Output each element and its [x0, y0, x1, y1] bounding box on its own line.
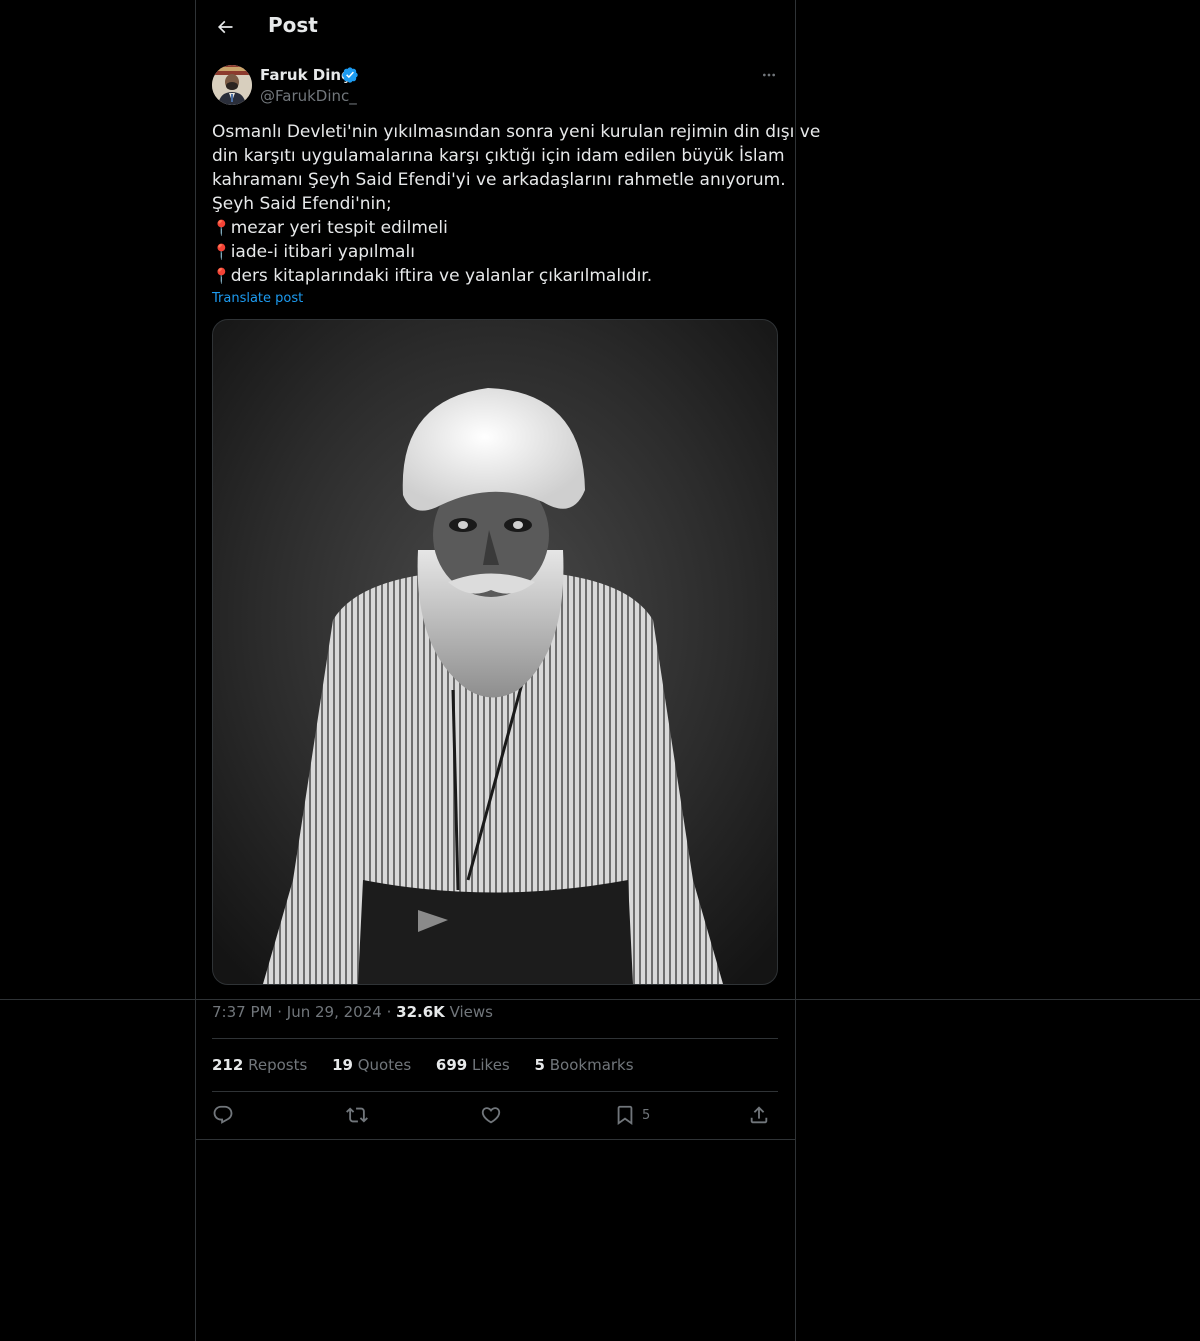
- quotes-count: 19: [332, 1056, 353, 1074]
- round-pushpin-icon: 📍: [212, 243, 231, 261]
- post-header: Post: [196, 0, 795, 53]
- post-meta: 7:37 PM · Jun 29, 2024 · 32.6K Views: [212, 1003, 493, 1021]
- likes-count: 699: [435, 1056, 468, 1074]
- divider: [196, 1139, 795, 1140]
- post-text: Osmanlı Devleti'nin yıkılmasından sonra …: [212, 120, 821, 288]
- divider: [212, 1091, 778, 1092]
- reposts-count: 212: [212, 1056, 244, 1074]
- divider: [212, 1038, 778, 1039]
- quotes-stat[interactable]: 19 Quotes: [332, 1056, 411, 1074]
- portrait-photo: [213, 320, 777, 984]
- views-label: Views: [449, 1003, 493, 1021]
- share-icon: [750, 1106, 768, 1124]
- post-time[interactable]: 7:37 PM: [212, 1003, 272, 1021]
- post-list-item-text: iade-i itibari yapılmalı: [230, 242, 415, 262]
- post-author: Faruk Dinç @FarukDinc_: [212, 64, 778, 108]
- round-pushpin-icon: 📍: [212, 219, 231, 237]
- post-text-line: Osmanlı Devleti'nin yıkılmasından sonra …: [212, 122, 821, 142]
- round-pushpin-icon: 📍: [212, 267, 231, 285]
- likes-stat[interactable]: 699 Likes: [436, 1056, 510, 1074]
- bookmark-icon: [617, 1105, 633, 1126]
- post-list-item: 📍mezar yeri tespit edilmeli: [212, 216, 782, 240]
- like-button[interactable]: [480, 1103, 502, 1127]
- reposts-label: Reposts: [248, 1056, 308, 1074]
- repost-button[interactable]: [346, 1103, 368, 1127]
- page: Post Faruk Dinç @FarukDinc_ Osmanlı Devl…: [0, 0, 1200, 1341]
- post-list-item: 📍iade-i itibari yapılmalı: [212, 240, 782, 264]
- translate-post-link[interactable]: Translate post: [212, 291, 303, 306]
- views-count: 32.6K: [396, 1003, 445, 1021]
- more-options-button[interactable]: [758, 64, 780, 86]
- arrow-left-icon: [217, 20, 233, 34]
- post-text-line: Şeyh Said Efendi'nin;: [212, 194, 392, 214]
- post-list-item: 📍ders kitaplarındaki iftira ve yalanlar …: [212, 264, 782, 288]
- bookmarks-label: Bookmarks: [549, 1056, 634, 1074]
- bookmark-count: 5: [642, 1107, 651, 1123]
- author-handle[interactable]: @FarukDinc_: [260, 87, 357, 105]
- repost-icon: [346, 1107, 368, 1123]
- meta-separator: ·: [277, 1003, 283, 1021]
- post-list-item-text: mezar yeri tespit edilmeli: [230, 218, 448, 238]
- reply-icon: [213, 1105, 233, 1124]
- main-column: Post Faruk Dinç @FarukDinc_ Osmanlı Devl…: [195, 0, 821, 1341]
- post-text-line: din karşıtı uygulamalarına karşı çıktığı…: [212, 146, 785, 166]
- post-date[interactable]: Jun 29, 2024: [287, 1003, 382, 1021]
- reposts-stat[interactable]: 212 Reposts: [212, 1056, 307, 1074]
- reply-button[interactable]: [212, 1103, 234, 1127]
- post-list-item-text: ders kitaplarındaki iftira ve yalanlar ç…: [230, 266, 653, 286]
- ellipsis-icon: [763, 73, 775, 77]
- action-bar: 5: [212, 1100, 778, 1130]
- bookmarks-stat[interactable]: 5 Bookmarks: [535, 1056, 634, 1074]
- page-title: Post: [268, 13, 318, 37]
- avatar-image: [212, 65, 252, 105]
- likes-label: Likes: [472, 1056, 510, 1074]
- avatar[interactable]: [212, 65, 252, 105]
- verified-badge-icon: [342, 67, 358, 83]
- engagement-stats: 212 Reposts 19 Quotes 699 Likes 5 Bookma…: [212, 1056, 654, 1074]
- post-text-line: kahramanı Şeyh Said Efendi'yi ve arkadaş…: [212, 170, 786, 190]
- post-photo[interactable]: [212, 319, 778, 985]
- back-button[interactable]: [208, 10, 242, 44]
- meta-separator: ·: [386, 1003, 392, 1021]
- bookmarks-count: 5: [534, 1056, 545, 1074]
- share-button[interactable]: [748, 1103, 770, 1127]
- bookmark-button[interactable]: 5: [614, 1103, 650, 1127]
- quotes-label: Quotes: [357, 1056, 412, 1074]
- heart-icon: [481, 1107, 501, 1124]
- author-name[interactable]: Faruk Dinç: [260, 66, 350, 84]
